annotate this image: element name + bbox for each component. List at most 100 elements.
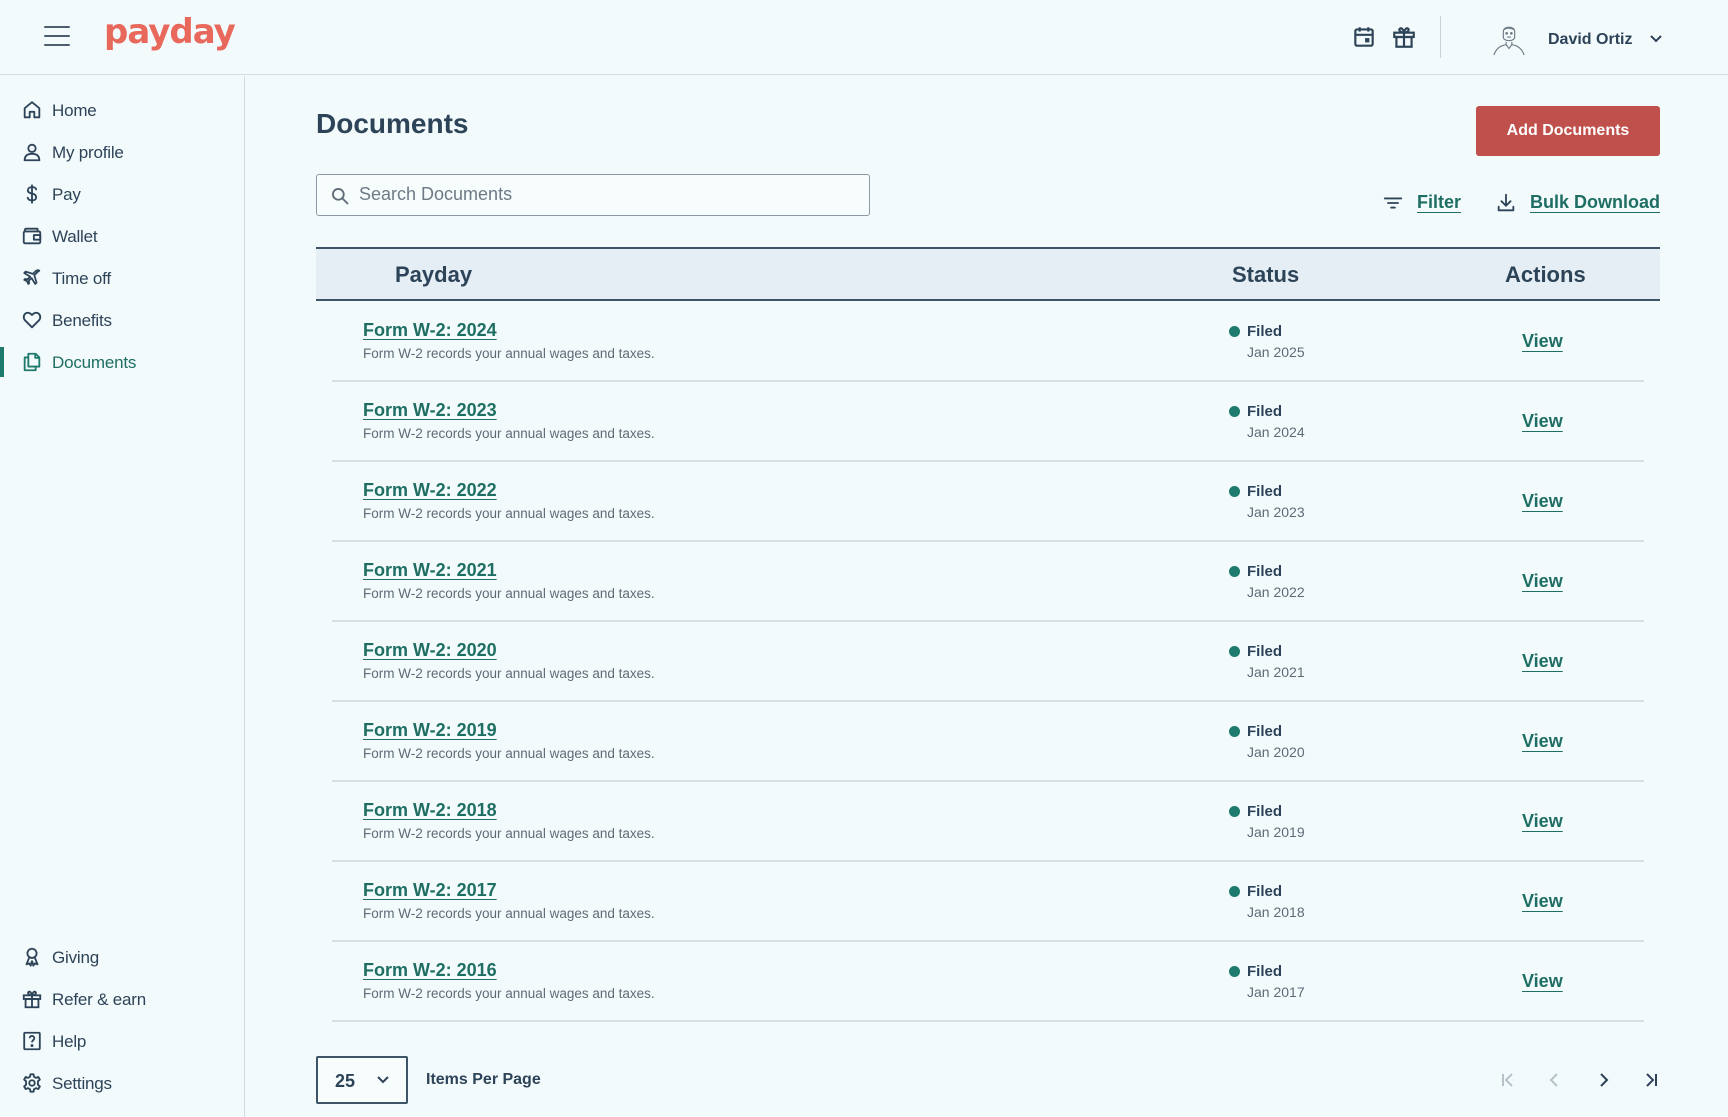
status-label: Filed (1247, 643, 1283, 660)
view-link[interactable]: View (1522, 411, 1563, 432)
view-link[interactable]: View (1522, 971, 1563, 992)
user-name[interactable]: David Ortiz (1548, 31, 1632, 49)
status-label: Filed (1247, 723, 1283, 740)
sidebar-item-label: Refer & earn (52, 990, 146, 1009)
page-title: Documents (316, 108, 469, 139)
document-link[interactable]: Form W-2: 2022 (363, 480, 497, 501)
status-date: Jan 2018 (1247, 904, 1305, 920)
sidebar-item-documents[interactable]: Documents (0, 345, 244, 379)
document-description: Form W-2 records your annual wages and t… (363, 346, 655, 361)
column-header-payday[interactable]: Payday (395, 262, 472, 288)
document-description: Form W-2 records your annual wages and t… (363, 426, 655, 441)
filter-icon[interactable] (1382, 192, 1404, 214)
add-documents-button[interactable]: Add Documents (1476, 106, 1660, 156)
document-link[interactable]: Form W-2: 2024 (363, 320, 497, 341)
sidebar-item-label: Wallet (52, 227, 98, 246)
sidebar: Home My profile Pay Wallet Time off Bene… (0, 76, 245, 1117)
status-dot-icon (1229, 646, 1240, 657)
view-link[interactable]: View (1522, 811, 1563, 832)
items-per-page-select[interactable]: 25 (316, 1056, 408, 1104)
document-link[interactable]: Form W-2: 2020 (363, 640, 497, 661)
status-label: Filed (1247, 563, 1283, 580)
help-icon (23, 1031, 41, 1051)
view-link[interactable]: View (1522, 571, 1563, 592)
sidebar-item-label: Settings (52, 1074, 112, 1093)
sidebar-item-time-off[interactable]: Time off (0, 261, 244, 295)
menu-icon[interactable] (44, 26, 70, 48)
document-link[interactable]: Form W-2: 2017 (363, 880, 497, 901)
status-label: Filed (1247, 483, 1283, 500)
search-input[interactable] (359, 175, 859, 214)
status-label: Filed (1247, 963, 1283, 980)
next-page-icon[interactable] (1593, 1070, 1613, 1090)
sidebar-item-label: Documents (52, 353, 137, 372)
sidebar-item-label: Pay (52, 185, 81, 204)
items-per-page-value: 25 (335, 1071, 356, 1091)
items-per-page-label: Items Per Page (426, 1071, 541, 1088)
table-header: Payday Status Actions (316, 247, 1660, 301)
table-row: Form W-2: 2021 Form W-2 records your ann… (332, 542, 1644, 622)
sidebar-item-label: My profile (52, 143, 124, 162)
sidebar-item-wallet[interactable]: Wallet (0, 219, 244, 253)
sidebar-item-label: Help (52, 1032, 87, 1051)
document-description: Form W-2 records your annual wages and t… (363, 986, 655, 1001)
last-page-icon[interactable] (1641, 1070, 1661, 1090)
document-link[interactable]: Form W-2: 2021 (363, 560, 497, 581)
bulk-download-link[interactable]: Bulk Download (1530, 192, 1660, 213)
status-date: Jan 2024 (1247, 424, 1305, 440)
heart-icon (22, 311, 42, 329)
table-row: Form W-2: 2024 Form W-2 records your ann… (332, 302, 1644, 382)
document-link[interactable]: Form W-2: 2023 (363, 400, 497, 421)
status-dot-icon (1229, 886, 1240, 897)
sidebar-item-settings[interactable]: Settings (0, 1066, 244, 1100)
gear-icon (23, 1073, 41, 1093)
gift-icon[interactable] (1391, 24, 1417, 50)
view-link[interactable]: View (1522, 891, 1563, 912)
view-link[interactable]: View (1522, 731, 1563, 752)
status-dot-icon (1229, 806, 1240, 817)
table-row: Form W-2: 2023 Form W-2 records your ann… (332, 382, 1644, 462)
download-icon[interactable] (1495, 192, 1517, 214)
sidebar-item-help[interactable]: Help (0, 1024, 244, 1058)
document-link[interactable]: Form W-2: 2018 (363, 800, 497, 821)
document-link[interactable]: Form W-2: 2016 (363, 960, 497, 981)
sidebar-item-refer-earn[interactable]: Refer & earn (0, 982, 244, 1016)
avatar[interactable] (1490, 22, 1528, 56)
status-dot-icon (1229, 486, 1240, 497)
view-link[interactable]: View (1522, 491, 1563, 512)
column-header-status: Status (1232, 262, 1300, 287)
status-label: Filed (1247, 403, 1283, 420)
logo[interactable]: payday (104, 12, 236, 52)
column-header-actions: Actions (1505, 262, 1586, 287)
table-row: Form W-2: 2016 Form W-2 records your ann… (332, 942, 1644, 1022)
first-page-icon[interactable] (1498, 1070, 1518, 1090)
status-date: Jan 2021 (1247, 664, 1305, 680)
sidebar-item-label: Benefits (52, 311, 112, 330)
previous-page-icon[interactable] (1545, 1070, 1565, 1090)
document-description: Form W-2 records your annual wages and t… (363, 666, 655, 681)
documents-icon (23, 352, 41, 372)
view-link[interactable]: View (1522, 331, 1563, 352)
view-link[interactable]: View (1522, 651, 1563, 672)
sidebar-item-benefits[interactable]: Benefits (0, 303, 244, 337)
table-row: Form W-2: 2019 Form W-2 records your ann… (332, 702, 1644, 782)
status-dot-icon (1229, 726, 1240, 737)
chevron-down-icon[interactable] (1648, 33, 1664, 45)
gift-icon (22, 990, 42, 1009)
status-date: Jan 2020 (1247, 744, 1305, 760)
calendar-icon[interactable] (1351, 24, 1377, 50)
sidebar-item-label: Time off (52, 269, 111, 288)
document-link[interactable]: Form W-2: 2019 (363, 720, 497, 741)
sidebar-item-pay[interactable]: Pay (0, 177, 244, 211)
filter-link[interactable]: Filter (1417, 192, 1461, 213)
sidebar-item-my-profile[interactable]: My profile (0, 135, 244, 169)
status-label: Filed (1247, 883, 1283, 900)
wallet-icon (22, 227, 42, 245)
table-row: Form W-2: 2017 Form W-2 records your ann… (332, 862, 1644, 942)
sidebar-item-home[interactable]: Home (0, 93, 244, 127)
header-divider (1440, 16, 1441, 58)
ribbon-icon (25, 947, 39, 967)
sidebar-item-giving[interactable]: Giving (0, 940, 244, 974)
status-date: Jan 2017 (1247, 984, 1305, 1000)
table-row: Form W-2: 2020 Form W-2 records your ann… (332, 622, 1644, 702)
